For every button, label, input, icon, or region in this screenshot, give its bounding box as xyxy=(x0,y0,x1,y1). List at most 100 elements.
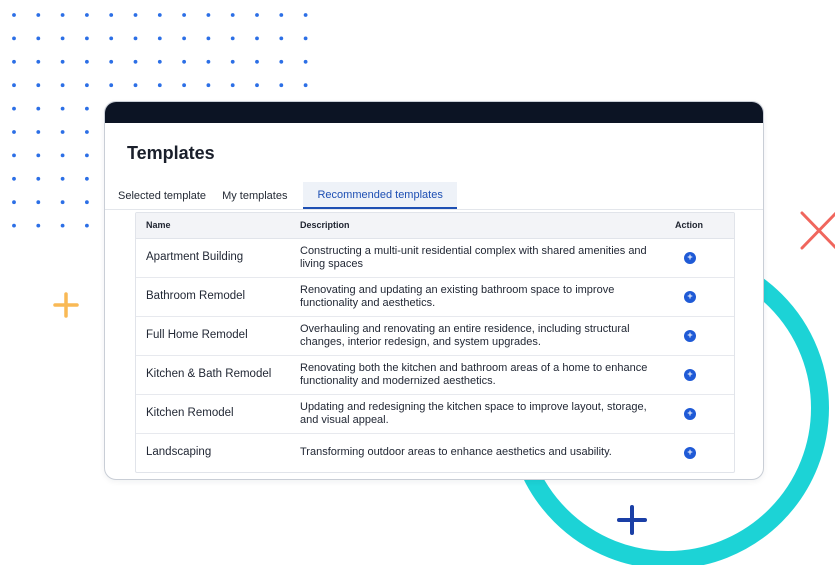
header-description: Description xyxy=(290,213,671,239)
grid-dot xyxy=(303,13,308,17)
grid-dot xyxy=(206,59,211,64)
header-action: Action xyxy=(671,213,734,239)
template-description: Updating and redesigning the kitchen spa… xyxy=(300,400,647,426)
table-row: Kitchen & Bath Remodel Renovating both t… xyxy=(136,355,734,394)
template-description: Constructing a multi-unit residential co… xyxy=(300,244,647,270)
grid-dot xyxy=(36,223,41,228)
grid-dot xyxy=(60,153,65,158)
grid-dot xyxy=(85,200,89,205)
grid-dot xyxy=(157,36,162,41)
plus-circle-icon[interactable]: + xyxy=(684,329,696,342)
grid-dot xyxy=(36,106,41,111)
grid-dot xyxy=(133,59,138,64)
grid-dot xyxy=(157,13,162,17)
grid-dot xyxy=(60,83,65,88)
grid-dot xyxy=(109,13,114,17)
grid-dot xyxy=(230,36,235,41)
grid-dot xyxy=(60,176,65,181)
grid-dot xyxy=(85,59,89,64)
grid-dot xyxy=(36,153,41,158)
tab-my-templates[interactable]: My templates xyxy=(222,182,287,209)
grid-dot xyxy=(36,83,41,88)
grid-dot xyxy=(36,130,41,134)
grid-dot xyxy=(255,36,259,41)
grid-dot xyxy=(279,13,284,17)
plus-circle-icon[interactable]: + xyxy=(684,251,696,264)
grid-dot xyxy=(133,83,138,88)
grid-dot xyxy=(60,13,65,17)
grid-dot xyxy=(182,13,187,17)
table-row: Bathroom Remodel Renovating and updating… xyxy=(136,277,734,316)
table-header-row: Name Description Action xyxy=(136,213,734,239)
tab-recommended-templates[interactable]: Recommended templates xyxy=(303,182,457,209)
grid-dot xyxy=(109,59,114,64)
grid-dot xyxy=(109,83,114,88)
template-name: Full Home Remodel xyxy=(146,329,248,341)
grid-dot xyxy=(279,36,284,41)
grid-dot xyxy=(60,130,65,134)
grid-dot xyxy=(85,106,89,111)
grid-dot xyxy=(60,200,65,205)
grid-dot xyxy=(85,36,89,41)
grid-dot xyxy=(255,83,259,88)
grid-dot xyxy=(133,13,138,17)
template-name: Apartment Building xyxy=(146,251,244,263)
grid-dot xyxy=(12,176,16,181)
template-description: Overhauling and renovating an entire res… xyxy=(300,322,630,348)
grid-dot xyxy=(12,83,16,88)
grid-dot xyxy=(85,223,89,228)
grid-dot xyxy=(109,36,114,41)
orange-plus-icon xyxy=(53,292,79,318)
grid-dot xyxy=(12,130,16,134)
template-name: Bathroom Remodel xyxy=(146,290,246,302)
grid-dot xyxy=(157,59,162,64)
table-row: Landscaping Transforming outdoor areas t… xyxy=(136,433,734,472)
grid-dot xyxy=(182,36,187,41)
grid-dot xyxy=(206,83,211,88)
grid-dot xyxy=(12,200,16,205)
plus-circle-icon[interactable]: + xyxy=(684,446,696,459)
grid-dot xyxy=(12,106,16,111)
plus-circle-icon[interactable]: + xyxy=(684,290,696,303)
grid-dot xyxy=(255,59,259,64)
grid-dot xyxy=(85,176,89,181)
grid-dot xyxy=(206,36,211,41)
template-description: Transforming outdoor areas to enhance ae… xyxy=(300,446,612,459)
grid-dot xyxy=(12,13,16,17)
grid-dot xyxy=(230,83,235,88)
grid-dot xyxy=(36,36,41,41)
grid-dot xyxy=(303,59,308,64)
templates-window: Templates Selected template My templates… xyxy=(104,101,764,480)
page-title: Templates xyxy=(127,143,215,163)
templates-table: Name Description Action Apartment Buildi… xyxy=(135,212,735,473)
grid-dot xyxy=(60,106,65,111)
grid-dot xyxy=(60,223,65,228)
grid-dot xyxy=(157,83,162,88)
grid-dot xyxy=(36,176,41,181)
header-name: Name xyxy=(136,213,290,239)
plus-circle-icon[interactable]: + xyxy=(684,407,696,420)
grid-dot xyxy=(230,13,235,17)
template-description: Renovating and updating an existing bath… xyxy=(300,283,615,309)
tab-selected-template[interactable]: Selected template xyxy=(118,182,206,209)
grid-dot xyxy=(279,59,284,64)
window-titlebar xyxy=(105,102,763,123)
grid-dot xyxy=(60,36,65,41)
grid-dot xyxy=(85,130,89,134)
grid-dot xyxy=(60,59,65,64)
grid-dot xyxy=(255,13,259,17)
grid-dot xyxy=(206,13,211,17)
grid-dot xyxy=(12,223,16,228)
template-name: Kitchen & Bath Remodel xyxy=(146,368,272,380)
red-cross-icon xyxy=(800,211,835,250)
grid-dot xyxy=(182,59,187,64)
template-name: Kitchen Remodel xyxy=(146,407,234,419)
grid-dot xyxy=(182,83,187,88)
table-row: Full Home Remodel Overhauling and renova… xyxy=(136,316,734,355)
grid-dot xyxy=(12,36,16,41)
grid-dot xyxy=(85,153,89,158)
table-row: Kitchen Remodel Updating and redesigning… xyxy=(136,394,734,433)
grid-dot xyxy=(36,200,41,205)
grid-dot xyxy=(85,13,89,17)
plus-circle-icon[interactable]: + xyxy=(684,368,696,381)
